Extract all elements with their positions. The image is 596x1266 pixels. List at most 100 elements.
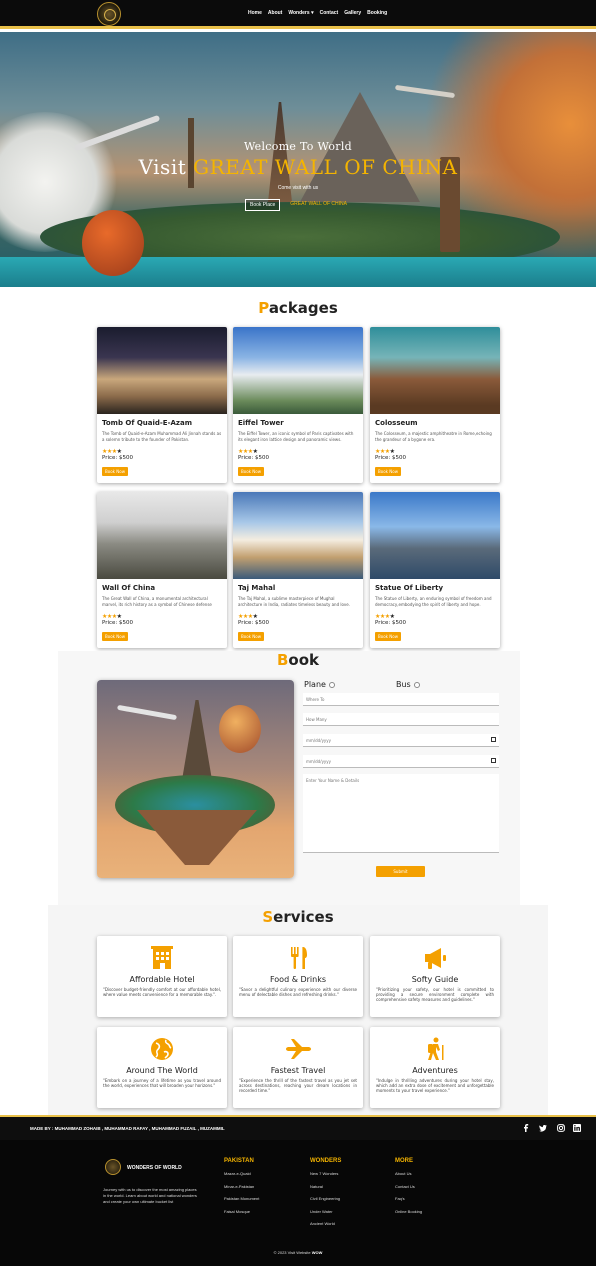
footer-link[interactable]: About Us <box>395 1171 422 1176</box>
hero-welcome: Welcome To World <box>243 140 353 153</box>
credits-text: MADE BY : MUHAMMAD ZOHAIB , MUHAMMAD RAF… <box>30 1126 225 1131</box>
globe-icon <box>147 1035 177 1063</box>
footer-link[interactable]: Ancient World <box>310 1221 341 1226</box>
book-now-button[interactable]: Book Now <box>102 467 128 476</box>
service-description: "Indulge in thrilling adventures during … <box>376 1078 494 1094</box>
package-rating: ★★★★ <box>238 613 258 620</box>
service-card: Food & Drinks "Savor a delightful culinar… <box>233 936 363 1017</box>
star-icon: ★ <box>116 448 122 455</box>
hero-banner: Welcome To World Visit GREAT WALL OF CHI… <box>0 32 596 287</box>
footer-link[interactable]: New 7 Wonders <box>310 1171 341 1176</box>
footer-link[interactable]: Pakistan Monument <box>224 1196 259 1201</box>
footer-link[interactable]: Faisal Mosque <box>224 1209 259 1214</box>
hero-destination-link[interactable]: GREAT WALL OF CHINA <box>286 199 351 211</box>
book-now-button[interactable]: Book Now <box>375 467 401 476</box>
book-now-button[interactable]: Book Now <box>238 632 264 641</box>
package-card: Tomb Of Quaid-E-Azam The Tomb of Quaid-e-… <box>97 327 227 483</box>
nav-contact[interactable]: Contact <box>320 10 339 16</box>
star-icon: ★ <box>389 448 395 455</box>
hotel-icon <box>147 944 177 972</box>
details-textarea[interactable]: Enter Your Name & Details <box>303 774 499 853</box>
service-card: Affordable Hotel "Discover budget-friendl… <box>97 936 227 1017</box>
star-icon: ★ <box>252 448 258 455</box>
package-description: The Statue of Liberty, an enduring symbo… <box>375 596 492 607</box>
nav-booking[interactable]: Booking <box>367 10 387 16</box>
footer-link[interactable]: Under Water <box>310 1209 341 1214</box>
book-place-button[interactable]: Book Place <box>245 199 281 211</box>
footer-link[interactable]: Mazar-e-Quaid <box>224 1171 259 1176</box>
footer-col-heading: MORE <box>395 1158 413 1164</box>
hero-hot-air-balloon <box>82 210 144 276</box>
date-to-value: mm/dd/yyyy <box>306 759 332 764</box>
footer-col-pakistan: PAKISTAN Mazar-e-Quaid Minar-e-Pakistan … <box>224 1158 259 1221</box>
illustration-rock <box>137 810 257 865</box>
package-card: Statue Of Liberty The Statue of Liberty, … <box>370 492 500 648</box>
service-description: "Discover budget-friendly comfort at our… <box>103 987 221 998</box>
date-to-input[interactable]: mm/dd/yyyy <box>303 755 499 768</box>
linkedin-icon[interactable] <box>573 1124 581 1132</box>
book-heading-first: B <box>276 651 289 669</box>
plane-icon <box>283 1035 313 1063</box>
submit-button[interactable]: Submit <box>376 866 425 877</box>
package-description: The Tomb of Quaid-e-Azam Muhammad Ali Ji… <box>102 431 222 442</box>
hero-title: Visit GREAT WALL OF CHINA <box>0 155 596 179</box>
service-title: Fastest Travel <box>270 1066 326 1075</box>
copyright-brand: WOW <box>311 1250 323 1255</box>
site-logo[interactable] <box>97 2 121 26</box>
footer-link[interactable]: Natural <box>310 1184 341 1189</box>
hero-title-highlight: GREAT WALL OF CHINA <box>193 155 458 179</box>
nav-gallery[interactable]: Gallery <box>344 10 361 16</box>
nav-wonders-label: Wonders <box>288 10 310 16</box>
footer-col-heading: PAKISTAN <box>224 1158 254 1164</box>
where-to-input[interactable]: Where To <box>303 693 499 706</box>
nav-about[interactable]: About <box>268 10 282 16</box>
how-many-input[interactable]: How Many <box>303 713 499 726</box>
package-rating: ★★★★ <box>375 613 395 620</box>
bus-label: Bus <box>396 680 411 689</box>
bus-radio[interactable] <box>413 681 420 688</box>
plane-option[interactable]: Plane <box>304 680 335 689</box>
footer-link[interactable]: Civil Engineering <box>310 1196 341 1201</box>
site-footer: WONDERS OF WORLD Journey with us to disc… <box>0 1140 596 1266</box>
book-now-button[interactable]: Book Now <box>102 632 128 641</box>
book-now-button[interactable]: Book Now <box>375 632 401 641</box>
package-title: Statue Of Liberty <box>375 584 444 592</box>
service-card: Fastest Travel "Experience the thrill of … <box>233 1027 363 1108</box>
services-heading-rest: ervices <box>273 908 334 926</box>
calendar-icon[interactable] <box>491 758 496 763</box>
footer-brand: WONDERS OF WORLD <box>127 1165 182 1171</box>
facebook-icon[interactable] <box>522 1124 530 1132</box>
hero-title-prefix: Visit <box>138 155 187 179</box>
nav-wonders[interactable]: Wonders ▾ <box>288 10 313 16</box>
service-title: Adventures <box>412 1066 458 1075</box>
footer-link[interactable]: Minar-e-Pakistan <box>224 1184 259 1189</box>
service-description: "Savor a delightful culinary experience … <box>239 987 357 998</box>
star-icon: ★ <box>389 613 395 620</box>
twitter-icon[interactable] <box>539 1124 547 1132</box>
package-image <box>97 327 227 414</box>
date-from-input[interactable]: mm/dd/yyyy <box>303 734 499 747</box>
package-description: The Eiffel Tower, an iconic symbol of Pa… <box>238 431 354 442</box>
chevron-down-icon: ▾ <box>311 10 314 16</box>
footer-link[interactable]: Faq's <box>395 1196 422 1201</box>
nav-home[interactable]: Home <box>248 10 262 16</box>
service-description: "Experience the thrill of the fastest tr… <box>239 1078 357 1094</box>
top-navbar: Home About Wonders ▾ Contact Gallery Boo… <box>0 0 596 29</box>
package-image <box>97 492 227 579</box>
footer-col-wonders: WONDERS New 7 Wonders Natural Civil Engi… <box>310 1158 341 1234</box>
footer-link[interactable]: Online Booking <box>395 1209 422 1214</box>
package-description: The Taj Mahal, a sublime masterpiece of … <box>238 596 351 607</box>
plane-radio[interactable] <box>328 681 335 688</box>
copyright-text: © 2023 Visit Website <box>273 1250 311 1255</box>
bus-option[interactable]: Bus <box>396 680 420 689</box>
book-now-button[interactable]: Book Now <box>238 467 264 476</box>
instagram-icon[interactable] <box>557 1124 565 1132</box>
hero-text: Welcome To World Visit GREAT WALL OF CHI… <box>0 140 596 211</box>
package-description: The Great Wall of China, a monumental ar… <box>102 596 212 607</box>
footer-logo[interactable] <box>105 1159 121 1175</box>
package-card: Eiffel Tower The Eiffel Tower, an iconic … <box>233 327 363 483</box>
main-menu: Home About Wonders ▾ Contact Gallery Boo… <box>248 10 387 16</box>
footer-about: Journey with us to discover the most ama… <box>103 1187 197 1204</box>
calendar-icon[interactable] <box>491 737 496 742</box>
footer-link[interactable]: Contact Us <box>395 1184 422 1189</box>
